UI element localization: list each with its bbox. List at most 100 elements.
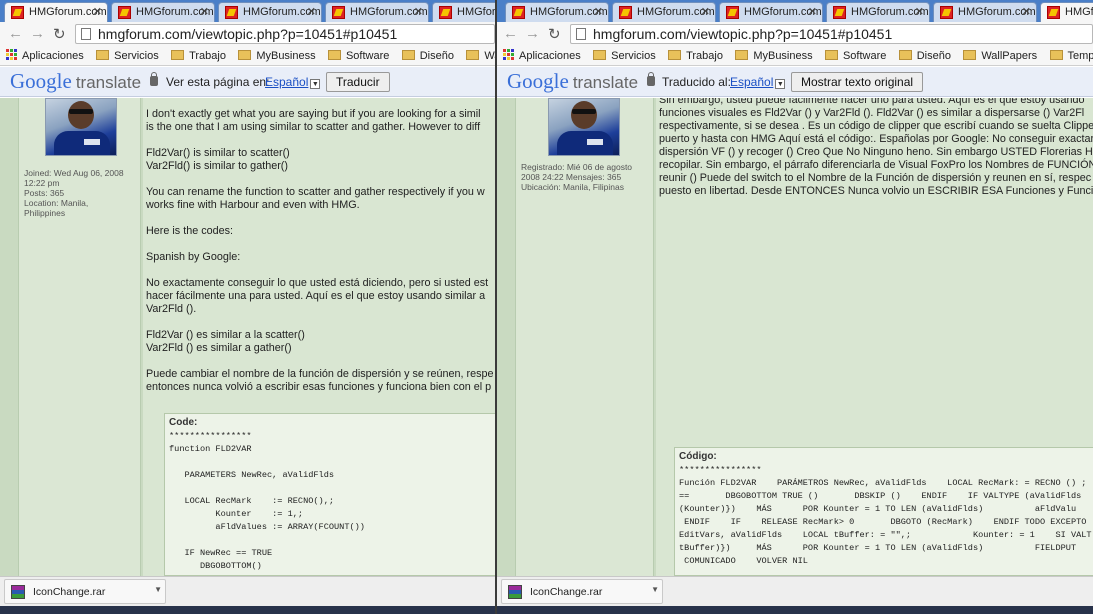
close-icon[interactable]: ✕ <box>808 5 817 18</box>
close-icon[interactable]: ✕ <box>594 5 603 18</box>
forward-arrow-icon[interactable]: → <box>30 25 45 42</box>
bookmark-apps[interactable]: Aplicaciones <box>6 46 84 65</box>
forum-content: Joined: Wed Aug 06, 2008 12:22 pm Posts:… <box>0 98 495 576</box>
address-bar[interactable]: hmgforum.com/viewtopic.php?p=10451#p1045… <box>75 24 495 44</box>
hmg-favicon-icon <box>726 6 739 19</box>
close-icon[interactable]: ✕ <box>1022 5 1031 18</box>
code-line: COMUNICADO VOLVER NIL <box>679 556 808 566</box>
download-bar: IconChange.rar ▼ <box>0 576 495 606</box>
code-block: Código: **************** Función FLD2VAR … <box>674 447 1093 576</box>
bookmark-folder[interactable]: MyBusiness <box>735 46 813 65</box>
download-item[interactable]: IconChange.rar ▼ <box>501 579 663 604</box>
bookmark-folder[interactable]: Software <box>824 46 886 65</box>
folder-icon <box>171 50 185 60</box>
post-body: Sin embargo, usted puede fácilmente hace… <box>656 98 1093 576</box>
hmg-favicon-icon <box>619 6 632 19</box>
hmg-favicon-icon <box>833 6 846 19</box>
author-panel: Registrado: Mié 06 de agosto 2008 24:22 … <box>515 98 654 576</box>
browser-tab[interactable]: HMGforum.com ✕ <box>218 2 322 22</box>
bookmark-folder[interactable]: WallPapers <box>963 46 1037 65</box>
back-arrow-icon[interactable]: ← <box>8 25 23 42</box>
chevron-down-icon[interactable]: ▼ <box>651 585 659 594</box>
bookmark-folder[interactable]: Temporales <box>1049 46 1093 65</box>
code-line: **************** <box>169 431 252 441</box>
translate-button[interactable]: Traducir <box>326 72 390 92</box>
page-icon <box>576 28 586 40</box>
bookmark-apps[interactable]: Aplicaciones <box>503 46 581 65</box>
bookmarks-bar: Aplicaciones Servicios Trabajo MyBusines… <box>0 46 495 66</box>
bookmark-folder[interactable]: Trabajo <box>171 46 226 65</box>
address-bar[interactable]: hmgforum.com/viewtopic.php?p=10451#p1045… <box>570 24 1093 44</box>
browser-tab[interactable]: HMGforum.com ✕ <box>325 2 429 22</box>
close-icon[interactable]: ✕ <box>414 5 423 18</box>
bookmark-folder[interactable]: Software <box>327 46 389 65</box>
folder-icon <box>96 50 110 60</box>
code-text: **************** function FLD2VAR PARAMET… <box>165 430 495 575</box>
close-icon[interactable]: ✕ <box>93 5 102 18</box>
bookmark-folder[interactable]: MyBusiness <box>238 46 316 65</box>
reload-icon[interactable]: ↻ <box>548 25 561 43</box>
code-block: Code: **************** function FLD2VAR P… <box>164 413 495 576</box>
folder-icon <box>735 50 749 60</box>
folder-icon <box>327 50 341 60</box>
nav-toolbar: ← → ↻ hmgforum.com/viewtopic.php?p=10451… <box>0 22 495 46</box>
browser-tab[interactable]: HMGforum.com <box>432 2 495 22</box>
avatar <box>548 98 620 156</box>
back-arrow-icon[interactable]: ← <box>503 25 518 42</box>
hmg-favicon-icon <box>1047 6 1060 19</box>
code-line: EditVars, aValidFlds LOCAL tBuffer: = ""… <box>679 530 1092 540</box>
post-text: Sin embargo, usted puede fácilmente hace… <box>659 98 1093 197</box>
author-panel: Joined: Wed Aug 06, 2008 12:22 pm Posts:… <box>18 98 141 576</box>
browser-tab[interactable]: HMGforum.com ✕ <box>4 2 108 22</box>
bookmark-folder[interactable]: Diseño <box>401 46 454 65</box>
bookmarks-bar: Aplicaciones Servicios Trabajo MyBusines… <box>497 46 1093 66</box>
browser-tab[interactable]: HMGforum.com ✕ <box>826 2 930 22</box>
close-icon[interactable]: ✕ <box>701 5 710 18</box>
download-item[interactable]: IconChange.rar ▼ <box>4 579 166 604</box>
reload-icon[interactable]: ↻ <box>53 25 66 43</box>
folder-icon <box>1049 50 1063 60</box>
google-logo-text: Google <box>507 69 569 93</box>
folder-icon <box>593 50 607 60</box>
bookmark-folder[interactable]: Trabajo <box>668 46 723 65</box>
browser-window-left: HMGforum.com ✕ HMGforum.com ✕ HMGforum.com… <box>0 0 495 614</box>
hmg-favicon-icon <box>225 6 238 19</box>
code-line: == DBGOBOTTOM TRUE () DBSKIP () ENDIF IF… <box>679 491 1082 501</box>
folder-icon <box>238 50 252 60</box>
nav-toolbar: ← → ↻ hmgforum.com/viewtopic.php?p=10451… <box>497 22 1093 46</box>
browser-tab-active[interactable]: HMGforum.com <box>1040 2 1093 22</box>
lock-icon <box>647 72 655 86</box>
folder-icon <box>401 50 415 60</box>
code-line: LOCAL RecMark := RECNO(),; <box>169 496 335 506</box>
page-icon <box>81 28 91 40</box>
code-text: **************** Función FLD2VAR PARÁMETR… <box>675 464 1093 568</box>
folder-icon <box>824 50 838 60</box>
translate-label: Ver esta página en: <box>166 75 270 89</box>
bookmark-folder[interactable]: Servicios <box>593 46 656 65</box>
browser-tab[interactable]: HMGforum.com ✕ <box>111 2 215 22</box>
bookmark-folder[interactable]: Diseño <box>898 46 951 65</box>
google-translate-bar: Google translate Ver esta página en: Espa… <box>0 67 495 97</box>
bookmark-folder[interactable]: WallPapers <box>466 46 495 65</box>
google-translate-bar: Google translate Traducido al: Español ▼ M… <box>497 67 1093 97</box>
close-icon[interactable]: ✕ <box>200 5 209 18</box>
bookmark-folder[interactable]: Servicios <box>96 46 159 65</box>
chevron-down-icon[interactable]: ▼ <box>154 585 162 594</box>
forward-arrow-icon[interactable]: → <box>525 25 540 42</box>
code-line: aFldValues := ARRAY(FCOUNT()) <box>169 522 365 532</box>
close-icon[interactable]: ✕ <box>307 5 316 18</box>
browser-tab[interactable]: HMGforum.com ✕ <box>719 2 823 22</box>
language-select[interactable]: Español ▼ <box>265 75 321 89</box>
language-select[interactable]: Español ▼ <box>730 75 786 89</box>
show-original-button[interactable]: Mostrar texto original <box>791 72 924 92</box>
browser-tab[interactable]: HMGforum.com ✕ <box>612 2 716 22</box>
browser-tab[interactable]: HMGforum.com ✕ <box>505 2 609 22</box>
browser-tab[interactable]: HMGforum.com ✕ <box>933 2 1037 22</box>
dropdown-icon: ▼ <box>775 79 786 89</box>
google-logo-text: Google <box>10 69 72 93</box>
translate-label: Traducido al: <box>662 75 731 89</box>
hmg-favicon-icon <box>940 6 953 19</box>
close-icon[interactable]: ✕ <box>915 5 924 18</box>
